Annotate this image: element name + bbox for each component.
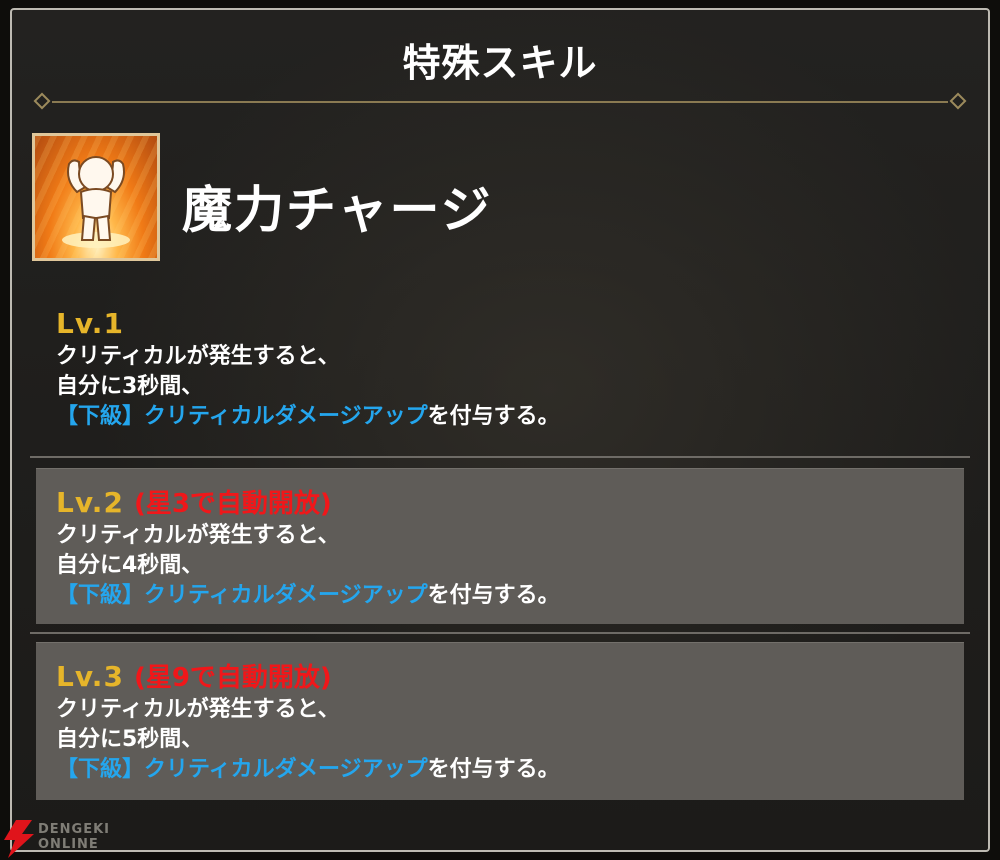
buff-name: 【下級】クリティカルダメージアップ bbox=[56, 583, 428, 608]
buff-name: 【下級】クリティカルダメージアップ bbox=[56, 404, 428, 429]
level-label: Lv.1 bbox=[56, 307, 124, 340]
effect-suffix: を付与する。 bbox=[427, 404, 560, 429]
level-separator bbox=[30, 632, 970, 634]
level-effect-line: 【下級】クリティカルダメージアップを付与する。 bbox=[56, 402, 964, 432]
divider-diamond-right bbox=[949, 92, 967, 110]
level-desc-line: クリティカルが発生すると、 bbox=[56, 697, 340, 722]
level-desc-line: クリティカルが発生すると、 bbox=[56, 344, 340, 369]
skill-level-1: Lv.1 クリティカルが発生すると、 自分に3秒間、 【下級】クリティカルダメー… bbox=[36, 306, 964, 432]
skill-dialog: 特殊スキル 魔力チャージ Lv.1 クリティカルが発生すると、 自分に3秒間、 bbox=[10, 8, 990, 852]
divider-diamond-left bbox=[33, 92, 51, 110]
unlock-condition: (星9で自動開放) bbox=[133, 663, 332, 693]
skill-level-2: Lv.2 (星3で自動開放) クリティカルが発生すると、 自分に4秒間、 【下級】… bbox=[36, 468, 964, 624]
watermark-line-1: DENGEKI bbox=[38, 822, 111, 837]
lightning-bolt-icon bbox=[4, 820, 34, 858]
level-effect-line: 【下級】クリティカルダメージアップを付与する。 bbox=[56, 755, 964, 785]
level-desc-line: 自分に4秒間、 bbox=[56, 553, 204, 578]
title-divider bbox=[33, 92, 967, 110]
effect-suffix: を付与する。 bbox=[427, 583, 560, 608]
arms-raised-power-icon bbox=[32, 133, 160, 261]
dialog-title: 特殊スキル bbox=[402, 41, 598, 85]
buff-name: 【下級】クリティカルダメージアップ bbox=[56, 757, 428, 782]
watermark: DENGEKI ONLINE bbox=[0, 820, 140, 860]
level-desc-line: 自分に5秒間、 bbox=[56, 727, 204, 752]
level-effect-line: 【下級】クリティカルダメージアップを付与する。 bbox=[56, 581, 964, 611]
level-separator bbox=[30, 456, 970, 458]
watermark-line-2: ONLINE bbox=[38, 837, 99, 852]
skill-level-3: Lv.3 (星9で自動開放) クリティカルが発生すると、 自分に5秒間、 【下級】… bbox=[36, 642, 964, 800]
level-desc-line: 自分に3秒間、 bbox=[56, 374, 204, 399]
unlock-condition: (星3で自動開放) bbox=[133, 489, 332, 519]
level-label: Lv.3 bbox=[56, 660, 124, 693]
effect-suffix: を付与する。 bbox=[427, 757, 560, 782]
level-desc-line: クリティカルが発生すると、 bbox=[56, 523, 340, 548]
skill-name: 魔力チャージ bbox=[182, 181, 493, 239]
level-label: Lv.2 bbox=[56, 486, 124, 519]
